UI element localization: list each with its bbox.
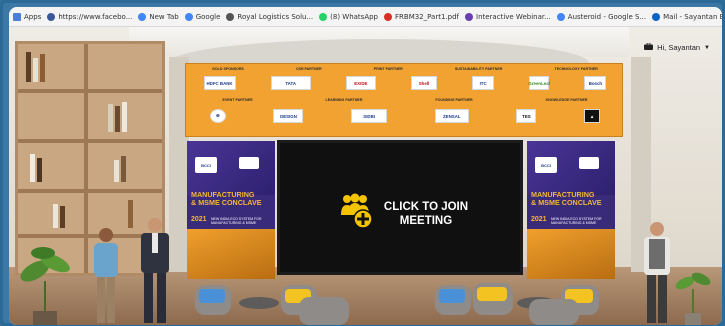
potted-plant xyxy=(15,241,75,325)
sponsor-logo: ⊕ xyxy=(209,109,226,123)
bookmark-label: Apps xyxy=(24,12,42,21)
coffee-table xyxy=(239,297,279,309)
pdf-icon xyxy=(384,12,392,21)
conclave-poster-right: BCCI MANUFACTURING & MSME CONCLAVE 2021 N… xyxy=(527,141,615,279)
conclave-poster-left: BCCI MANUFACTURING & MSME CONCLAVE 2021 N… xyxy=(187,141,275,279)
outlook-mail-icon xyxy=(652,12,661,21)
sponsor-logo: SIDBI xyxy=(351,109,388,123)
whatsapp-icon xyxy=(319,12,328,21)
lounge-chair xyxy=(299,297,349,325)
sponsor-logo: ZENSAL xyxy=(434,109,469,123)
potted-plant xyxy=(673,261,713,325)
bookmark-label: Interactive Webinar... xyxy=(476,12,551,21)
globe-icon xyxy=(226,12,235,21)
bookmark-item[interactable]: Mail - Sayantan Be... xyxy=(652,12,722,21)
bookmark-label: New Tab xyxy=(149,12,179,21)
sponsor-logo: Shell xyxy=(410,76,437,90)
bookmark-label: Royal Logistics Solu... xyxy=(237,12,314,21)
sponsor-logo: ▲ xyxy=(584,109,601,123)
facebook-icon xyxy=(47,12,56,21)
bookmark-label: (8) WhatsApp xyxy=(330,12,378,21)
sponsor-logo: TATA xyxy=(270,76,311,90)
sponsor-logo: GreenLeaf xyxy=(528,76,550,90)
join-meeting-screen[interactable]: CLICK TO JOIN MEETING xyxy=(277,140,523,275)
bookmark-label: FRBM32_Part1.pdf xyxy=(395,12,459,21)
google-g-icon xyxy=(138,12,147,21)
bookmark-item[interactable]: Royal Logistics Solu... xyxy=(226,12,314,21)
sponsor-logo: Bosch xyxy=(584,76,607,90)
avatar-person xyxy=(137,217,173,325)
bookmark-item[interactable]: (8) WhatsApp xyxy=(319,12,378,21)
avatar-person xyxy=(639,221,675,325)
sponsor-logo: HDFC BANK xyxy=(203,76,236,90)
sponsor-row2-logos: ⊕ DESIGN SIDBI ZENSAL TES ▲ xyxy=(186,109,624,123)
bookmark-label: Austeroid - Google S... xyxy=(567,12,647,21)
webinar-icon xyxy=(465,12,473,21)
sponsor-row1-headers: GOLD SPONSORS CSR PARTNER PRINT PARTNER … xyxy=(212,67,598,71)
user-menu[interactable]: Hi, Sayantan ▼ xyxy=(644,42,710,52)
bookmark-label: Google xyxy=(195,12,221,21)
join-meeting-button[interactable]: CLICK TO JOIN MEETING xyxy=(335,193,471,234)
sponsor-logo: ITC xyxy=(472,76,495,90)
briefcase-icon xyxy=(644,42,654,52)
bookmark-item[interactable]: Google xyxy=(184,12,221,21)
bookmark-item[interactable]: Austeroid - Google S... xyxy=(556,12,647,21)
bookmark-item[interactable]: New Tab xyxy=(138,12,179,21)
lounge-chair xyxy=(529,299,579,325)
google-g-icon xyxy=(184,12,193,21)
browser-window: Apps https://www.facebo... New Tab Google Ro… xyxy=(9,7,722,325)
sponsor-row2-headers: EVENT PARTNER LEARNING PARTNER FOUNDING … xyxy=(222,98,588,102)
sponsor-logo: EXIDE xyxy=(345,76,376,90)
virtual-lobby: Hi, Sayantan ▼ GOLD SPONSORS CSR PARTNER… xyxy=(9,27,722,325)
bookmark-label: https://www.facebo... xyxy=(58,12,133,21)
app-frame: Apps https://www.facebo... New Tab Google Ro… xyxy=(0,0,725,326)
apps-grid-icon xyxy=(13,12,21,21)
join-group-icon xyxy=(335,193,375,234)
bookmark-item[interactable]: FRBM32_Part1.pdf xyxy=(384,12,459,21)
sponsor-board: GOLD SPONSORS CSR PARTNER PRINT PARTNER … xyxy=(185,63,623,137)
chevron-down-icon: ▼ xyxy=(704,44,710,51)
bookmark-item[interactable]: Apps xyxy=(13,12,42,21)
bookmark-item[interactable]: https://www.facebo... xyxy=(47,12,133,21)
sponsor-logo: TES xyxy=(516,109,537,123)
join-meeting-label: CLICK TO JOIN MEETING xyxy=(383,200,469,227)
sponsor-logo: DESIGN xyxy=(273,109,304,123)
bookmark-label: Mail - Sayantan Be... xyxy=(663,12,722,21)
sponsor-row1-logos: HDFC BANK TATA EXIDE Shell ITC GreenLeaf… xyxy=(186,76,624,90)
user-greeting: Hi, Sayantan xyxy=(657,43,701,52)
bookmarks-bar: Apps https://www.facebo... New Tab Google Ro… xyxy=(9,7,722,27)
bookmark-item[interactable]: Interactive Webinar... xyxy=(465,12,551,21)
avatar-person xyxy=(89,227,123,325)
google-g-icon xyxy=(556,12,565,21)
